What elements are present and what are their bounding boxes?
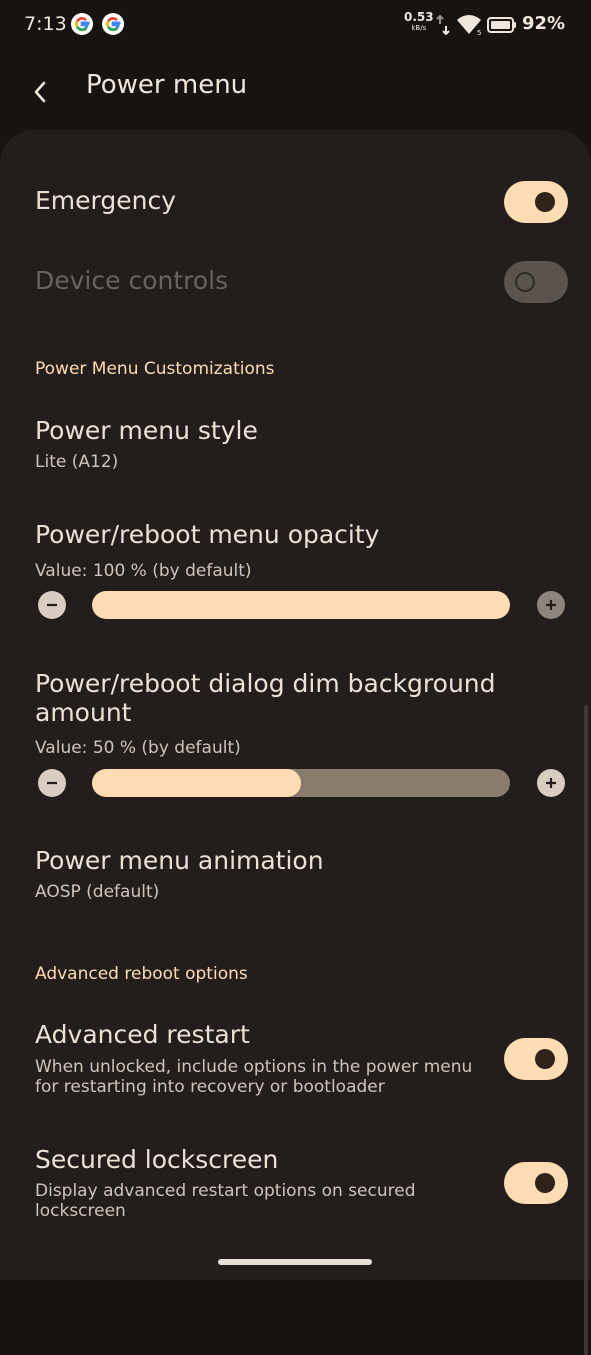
home-indicator[interactable] <box>218 1259 372 1265</box>
opacity-decrease-button[interactable] <box>38 591 66 619</box>
network-speed-unit: kB/s <box>411 24 427 32</box>
section-header-customizations: Power Menu Customizations <box>35 359 275 379</box>
secured-lockscreen-switch[interactable] <box>504 1162 568 1204</box>
google-icon <box>71 13 93 35</box>
switch-knob <box>515 272 535 292</box>
network-speed: 0.53 kB/s <box>404 10 434 34</box>
dim-decrease-button[interactable] <box>38 769 66 797</box>
battery-icon <box>487 17 516 33</box>
advanced-restart-desc-line2: for restarting into recovery or bootload… <box>35 1077 385 1097</box>
dim-increase-button[interactable] <box>537 769 565 797</box>
advanced-restart-switch[interactable] <box>504 1038 568 1080</box>
switch-knob <box>535 1173 555 1193</box>
device-controls-title: Device controls <box>35 266 229 295</box>
scrollbar[interactable] <box>584 705 588 1355</box>
power-menu-style-value: Lite (A12) <box>35 452 119 472</box>
animation-title[interactable]: Power menu animation <box>35 846 324 875</box>
switch-knob <box>535 192 555 212</box>
wifi-icon: 5 <box>457 15 481 36</box>
opacity-title: Power/reboot menu opacity <box>35 520 380 549</box>
emergency-title[interactable]: Emergency <box>35 186 176 215</box>
data-transfer-icon <box>436 14 450 36</box>
switch-knob <box>535 1049 555 1069</box>
status-bar: 7:13 0.53 kB/s 5 92% <box>0 0 591 52</box>
opacity-slider-fill <box>92 591 510 619</box>
secured-lockscreen-desc-line1: Display advanced restart options on secu… <box>35 1181 416 1201</box>
advanced-restart-desc-line1: When unlocked, include options in the po… <box>35 1057 473 1077</box>
section-header-advanced-reboot: Advanced reboot options <box>35 964 248 984</box>
back-arrow-icon <box>34 81 46 103</box>
dim-slider[interactable] <box>92 769 510 797</box>
opacity-slider[interactable] <box>92 591 510 619</box>
opacity-increase-button[interactable] <box>537 591 565 619</box>
back-button[interactable] <box>22 74 58 110</box>
page-title: Power menu <box>86 70 248 100</box>
dim-slider-fill <box>92 769 301 797</box>
opacity-value: Value: 100 % (by default) <box>35 561 252 581</box>
power-menu-style-title[interactable]: Power menu style <box>35 416 258 445</box>
secured-lockscreen-title[interactable]: Secured lockscreen <box>35 1145 278 1174</box>
dim-title-line1: Power/reboot dialog dim background <box>35 669 496 698</box>
plus-icon <box>546 600 556 610</box>
advanced-restart-title[interactable]: Advanced restart <box>35 1020 250 1049</box>
dim-title-line2: amount <box>35 698 132 727</box>
google-icon <box>102 13 124 35</box>
minus-icon <box>47 781 57 785</box>
svg-text:5: 5 <box>477 29 481 36</box>
secured-lockscreen-desc-line2: lockscreen <box>35 1201 126 1221</box>
emergency-switch[interactable] <box>504 181 568 223</box>
status-time: 7:13 <box>24 13 67 35</box>
plus-icon <box>546 778 556 788</box>
dim-value: Value: 50 % (by default) <box>35 738 241 758</box>
network-speed-value: 0.53 <box>404 10 434 24</box>
device-controls-switch <box>504 261 568 303</box>
animation-value: AOSP (default) <box>35 882 160 902</box>
battery-percent: 92% <box>522 13 566 34</box>
minus-icon <box>47 603 57 607</box>
